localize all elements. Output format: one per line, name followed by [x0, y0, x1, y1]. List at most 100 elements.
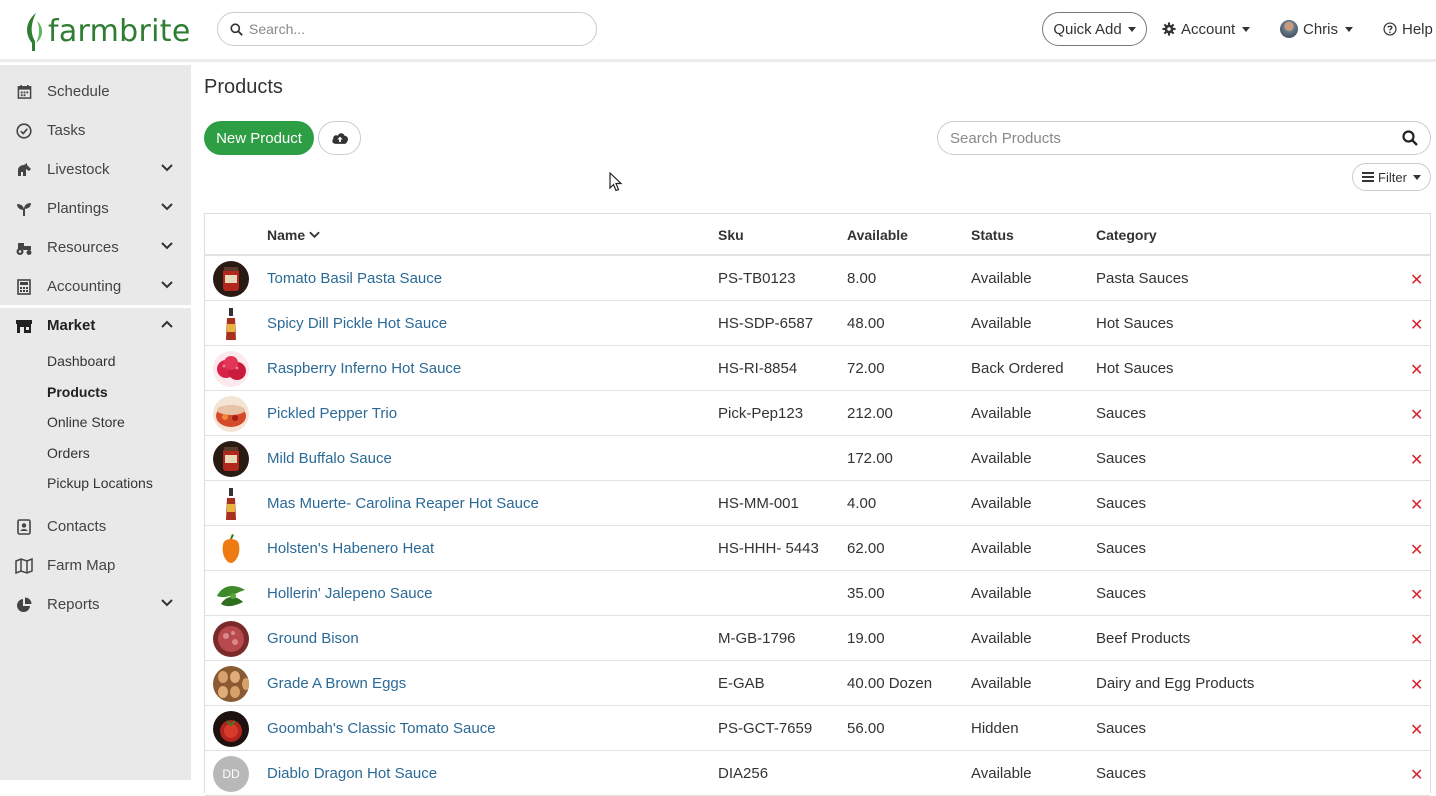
product-name-link[interactable]: Mild Buffalo Sauce	[267, 450, 392, 467]
chevron-up-icon	[161, 320, 173, 328]
product-status: Available	[971, 270, 1032, 287]
delete-icon[interactable]: ✕	[1410, 405, 1423, 425]
sidebar-item-reports[interactable]: Reports	[0, 585, 191, 624]
filter-button[interactable]: Filter	[1352, 163, 1431, 191]
product-sku: Pick-Pep123	[718, 405, 804, 422]
table-row[interactable]: Mas Muerte- Carolina Reaper Hot Sauce HS-…	[205, 481, 1430, 526]
products-table: Name Sku Available Status Category Tomat…	[204, 213, 1431, 796]
leaf-logo-icon	[27, 13, 43, 51]
product-name-link[interactable]: Pickled Pepper Trio	[267, 405, 397, 422]
product-name-link[interactable]: Tomato Basil Pasta Sauce	[267, 270, 442, 287]
sidebar-item-contacts[interactable]: Contacts	[0, 507, 191, 546]
farmbrite-logo[interactable]: farmbrite	[22, 10, 191, 52]
table-row[interactable]: Hollerin' Jalepeno Sauce 35.00 Available Sa…	[205, 571, 1430, 616]
quick-add-button[interactable]: Quick Add	[1042, 12, 1147, 46]
column-header-sku[interactable]: Sku	[718, 227, 744, 243]
delete-icon[interactable]: ✕	[1410, 675, 1423, 695]
product-thumbnail	[213, 666, 249, 702]
table-row[interactable]: Pickled Pepper Trio Pick-Pep123 212.00 Avai…	[205, 391, 1430, 436]
delete-icon[interactable]: ✕	[1410, 630, 1423, 650]
product-available: 72.00	[847, 360, 885, 377]
table-row[interactable]: Tomato Basil Pasta Sauce PS-TB0123 8.00 Ava…	[205, 256, 1430, 301]
column-header-status[interactable]: Status	[971, 227, 1014, 243]
table-row[interactable]: Goombah's Classic Tomato Sauce PS-GCT-765…	[205, 706, 1430, 751]
column-header-available[interactable]: Available	[847, 227, 908, 243]
sidebar-item-label: Tasks	[47, 122, 86, 139]
table-row[interactable]: Holsten's Habenero Heat HS-HHH- 5443 62.00…	[205, 526, 1430, 571]
product-status: Back Ordered	[971, 360, 1064, 377]
sidebar-subitem-orders[interactable]: Orders	[47, 443, 90, 463]
delete-icon[interactable]: ✕	[1410, 720, 1423, 740]
sidebar-subitem-products[interactable]: Products	[47, 382, 108, 402]
product-status: Available	[971, 630, 1032, 647]
table-header: Name Sku Available Status Category	[205, 214, 1430, 256]
sidebar-item-accounting[interactable]: Accounting	[0, 267, 191, 306]
page-title: Products	[204, 76, 283, 98]
sidebar-item-schedule[interactable]: Schedule	[0, 72, 191, 111]
product-name-link[interactable]: Raspberry Inferno Hot Sauce	[267, 360, 461, 377]
delete-icon[interactable]: ✕	[1410, 495, 1423, 515]
sidebar-item-label: Schedule	[47, 83, 110, 100]
global-search-box[interactable]	[217, 12, 597, 46]
product-status: Available	[971, 765, 1032, 782]
column-header-name[interactable]: Name	[267, 227, 320, 243]
map-icon	[15, 557, 33, 575]
sidebar: Schedule Tasks Livestock Plantings Resou…	[0, 65, 191, 780]
sidebar-item-plantings[interactable]: Plantings	[0, 189, 191, 228]
table-row[interactable]: Grade A Brown Eggs E-GAB 40.00 Dozen Availa…	[205, 661, 1430, 706]
delete-icon[interactable]: ✕	[1410, 270, 1423, 290]
account-menu[interactable]: Account	[1162, 12, 1251, 46]
table-row[interactable]: Spicy Dill Pickle Hot Sauce HS-SDP-6587 48…	[205, 301, 1430, 346]
sidebar-item-label: Reports	[47, 596, 100, 613]
table-row[interactable]: Mild Buffalo Sauce 172.00 Available Sauces ✕	[205, 436, 1430, 481]
product-name-link[interactable]: Holsten's Habenero Heat	[267, 540, 434, 557]
sidebar-item-livestock[interactable]: Livestock	[0, 150, 191, 189]
delete-icon[interactable]: ✕	[1410, 585, 1423, 605]
delete-icon[interactable]: ✕	[1410, 450, 1423, 470]
delete-icon[interactable]: ✕	[1410, 540, 1423, 560]
product-category: Pasta Sauces	[1096, 270, 1189, 287]
pie-chart-icon	[15, 596, 33, 614]
sidebar-subitem-online-store[interactable]: Online Store	[47, 412, 125, 432]
chevron-down-icon	[161, 242, 173, 250]
user-menu[interactable]: Chris	[1280, 12, 1354, 46]
sidebar-item-farm-map[interactable]: Farm Map	[0, 546, 191, 585]
caret-down-icon	[1412, 174, 1421, 180]
delete-icon[interactable]: ✕	[1410, 765, 1423, 785]
product-name-link[interactable]: Hollerin' Jalepeno Sauce	[267, 585, 432, 602]
new-product-button[interactable]: New Product	[204, 121, 314, 155]
product-thumbnail	[213, 711, 249, 747]
delete-icon[interactable]: ✕	[1410, 315, 1423, 335]
filter-label: Filter	[1378, 169, 1407, 185]
product-status: Available	[971, 405, 1032, 422]
help-link[interactable]: Help	[1383, 12, 1433, 46]
sidebar-item-tasks[interactable]: Tasks	[0, 111, 191, 150]
product-name-link[interactable]: Diablo Dragon Hot Sauce	[267, 765, 437, 782]
global-search-input[interactable]	[249, 21, 569, 37]
product-name-link[interactable]: Mas Muerte- Carolina Reaper Hot Sauce	[267, 495, 539, 512]
sidebar-item-resources[interactable]: Resources	[0, 228, 191, 267]
product-name-link[interactable]: Goombah's Classic Tomato Sauce	[267, 720, 496, 737]
product-search-input[interactable]	[950, 129, 1390, 147]
table-row[interactable]: DD Diablo Dragon Hot Sauce DIA256 Available…	[205, 751, 1430, 796]
product-name-link[interactable]: Grade A Brown Eggs	[267, 675, 406, 692]
sidebar-subitem-pickup-locations[interactable]: Pickup Locations	[47, 473, 153, 493]
sidebar-item-label: Market	[47, 317, 96, 334]
top-navbar: farmbrite Quick Add Account Chris Help	[0, 0, 1436, 62]
column-header-category[interactable]: Category	[1096, 227, 1157, 243]
upload-button[interactable]	[318, 121, 361, 155]
search-icon[interactable]	[1402, 130, 1418, 146]
calendar-icon	[15, 83, 33, 101]
product-search-box[interactable]	[937, 121, 1431, 155]
table-row[interactable]: Ground Bison M-GB-1796 19.00 Available Beef …	[205, 616, 1430, 661]
sidebar-item-market[interactable]: Market	[0, 306, 191, 345]
sidebar-subitem-dashboard[interactable]: Dashboard	[47, 351, 116, 371]
product-name-link[interactable]: Spicy Dill Pickle Hot Sauce	[267, 315, 447, 332]
delete-icon[interactable]: ✕	[1410, 360, 1423, 380]
help-label: Help	[1402, 20, 1433, 38]
product-name-link[interactable]: Ground Bison	[267, 630, 359, 647]
horse-icon	[15, 161, 33, 179]
table-row[interactable]: Raspberry Inferno Hot Sauce HS-RI-8854 72.…	[205, 346, 1430, 391]
product-category: Sauces	[1096, 495, 1147, 512]
product-sku: PS-TB0123	[718, 270, 796, 287]
